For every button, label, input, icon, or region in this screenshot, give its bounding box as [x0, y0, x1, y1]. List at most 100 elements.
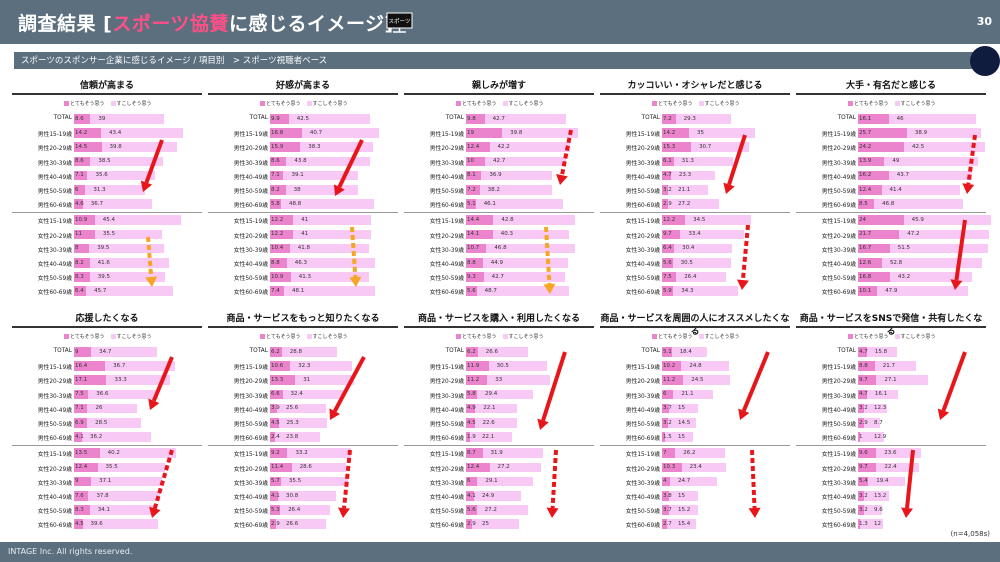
bar-row: 女性20-29歳 10.3 23.4: [600, 462, 790, 473]
row-label: 女性60-69歳: [821, 290, 856, 297]
value-strong: 12.2: [663, 216, 676, 223]
row-label: TOTAL: [53, 115, 72, 121]
row-label: 女性30-39歳: [429, 480, 464, 487]
bar-row: 男性60-69歳 1 12.9: [796, 432, 986, 442]
bar-row: 男性20-29歳 17.1 33.3: [12, 375, 202, 385]
value-strong: 3.8: [663, 492, 672, 499]
value-strong: 8.5: [859, 200, 868, 207]
chart-legend: とてもそう思う すこしそう思う: [64, 100, 158, 107]
bar-row: 男性60-69歳 8.5 46.8: [796, 199, 986, 209]
value-somewhat: 33.3: [114, 376, 127, 383]
value-strong: 12.4: [859, 186, 872, 193]
value-somewhat: 42.8: [501, 216, 514, 223]
title-rule: [600, 93, 790, 95]
value-somewhat: 38: [293, 186, 301, 193]
bar-row: 女性40-49歳 4.1 30.8: [208, 491, 398, 501]
bar-row: TOTAL 6.2 28.8: [208, 347, 398, 357]
bar-row: 男性20-29歳 11.2 33: [404, 375, 594, 385]
legend-swatch: [894, 101, 900, 106]
value-strong: 7.1: [75, 172, 84, 179]
chart-title: 商品・サービスをもっと知りたくなる: [226, 314, 380, 324]
bar-row: 男性40-49歳 7.1 39.1: [208, 170, 398, 181]
value-strong: 7.5: [75, 391, 84, 398]
title-rule: [796, 93, 986, 95]
value-strong: 8.6: [75, 115, 84, 122]
legend-swatch: [848, 101, 853, 106]
legend-swatch: [456, 334, 461, 339]
value-strong: 14.2: [663, 129, 676, 136]
value-somewhat: 13.2: [874, 492, 887, 499]
value-somewhat: 24.8: [689, 362, 702, 369]
row-label: 女性15-19歳: [625, 219, 660, 226]
bar-row: 女性40-49歳 12.6 52.8: [796, 258, 986, 268]
bar-row: 男性30-39歳 6.1 31.3: [600, 156, 790, 167]
value-somewhat: 18.4: [679, 348, 692, 355]
row-label: 男性60-69歳: [625, 203, 660, 210]
row-label: 女性40-49歳: [821, 262, 856, 268]
bar-somewhat: [466, 199, 564, 209]
row-label: 女性60-69歳: [821, 523, 856, 530]
value-strong: 4.5: [271, 419, 280, 426]
row-label: TOTAL: [53, 348, 72, 354]
value-somewhat: 49: [892, 158, 900, 165]
value-somewhat: 37.8: [96, 492, 109, 499]
row-label: 女性20-29歳: [429, 233, 464, 240]
chart-legend: とてもそう思う すこしそう思う: [260, 100, 354, 107]
row-label: 女性15-19歳: [821, 219, 856, 226]
value-somewhat: 41.4: [889, 186, 902, 193]
row-label: 男性30-39歳: [37, 393, 72, 400]
value-somewhat: 27.1: [884, 376, 897, 383]
row-label: 男性60-69歳: [233, 436, 268, 443]
title-rule: [208, 93, 398, 95]
row-label: TOTAL: [837, 348, 856, 354]
value-somewhat: 42.5: [296, 115, 310, 122]
bar-row: 女性40-49歳 3.8 15: [600, 491, 790, 501]
row-label: 男性40-49歳: [37, 174, 72, 181]
footer-bar: INTAGE Inc. All rights reserved.: [0, 542, 1000, 562]
chart-title: カッコいい・オシャレだと感じる: [627, 81, 763, 91]
row-label: 男性60-69歳: [429, 436, 464, 443]
legend-label: とてもそう思う: [462, 101, 497, 107]
bar-somewhat: [662, 286, 739, 296]
value-strong: 9: [75, 348, 79, 355]
legend-label: とてもそう思う: [266, 334, 301, 340]
value-somewhat: 15.8: [874, 348, 888, 355]
value-strong: 4.7: [859, 348, 868, 355]
value-strong: 2.4: [271, 433, 280, 440]
bar-row: 女性20-29歳 12.4 35.5: [12, 462, 202, 473]
value-strong: 1.9: [467, 433, 476, 440]
value-somewhat: 23.8: [286, 433, 299, 440]
row-label: 男性60-69歳: [821, 436, 856, 443]
row-label: 男性50-59歳: [37, 189, 72, 195]
value-strong: 9: [75, 478, 79, 485]
legend-label: とてもそう思う: [266, 101, 301, 107]
title-rule: [208, 326, 398, 328]
value-strong: 10.4: [271, 245, 284, 252]
value-strong: 9.7: [859, 376, 868, 383]
row-label: 女性20-29歳: [625, 233, 660, 240]
value-strong: 5.6: [467, 506, 476, 513]
value-strong: 3.2: [663, 186, 672, 193]
value-somewhat: 30.8: [286, 492, 299, 499]
value-strong: 3.7: [663, 405, 672, 412]
value-somewhat: 21.7: [882, 362, 895, 369]
bar-row: 女性20-29歳 11 35.5: [12, 229, 202, 240]
legend-swatch: [110, 101, 116, 106]
row-label: 女性40-49歳: [625, 262, 660, 268]
row-label: 女性50-59歳: [625, 509, 660, 516]
value-strong: 4.7: [859, 391, 868, 398]
bar-row: 男性30-39歳 5.8 29.4: [404, 389, 594, 400]
value-somewhat: 48.8: [289, 200, 302, 207]
row-label: 男性20-29歳: [429, 379, 464, 386]
row-label: 男性50-59歳: [821, 422, 856, 428]
legend-label: すこしそう思う: [508, 101, 544, 107]
value-strong: 7.2: [663, 115, 672, 122]
value-strong: 8.8: [467, 259, 476, 266]
row-label: 女性15-19歳: [821, 452, 856, 459]
row-label: 男性15-19歳: [37, 132, 72, 139]
row-label: 女性50-59歳: [37, 509, 72, 516]
value-somewhat: 32.4: [290, 391, 303, 398]
bar-row: 女性60-69歳 1.3 12: [796, 519, 986, 529]
row-label: 女性30-39歳: [429, 247, 464, 254]
value-somewhat: 22.4: [884, 464, 897, 471]
